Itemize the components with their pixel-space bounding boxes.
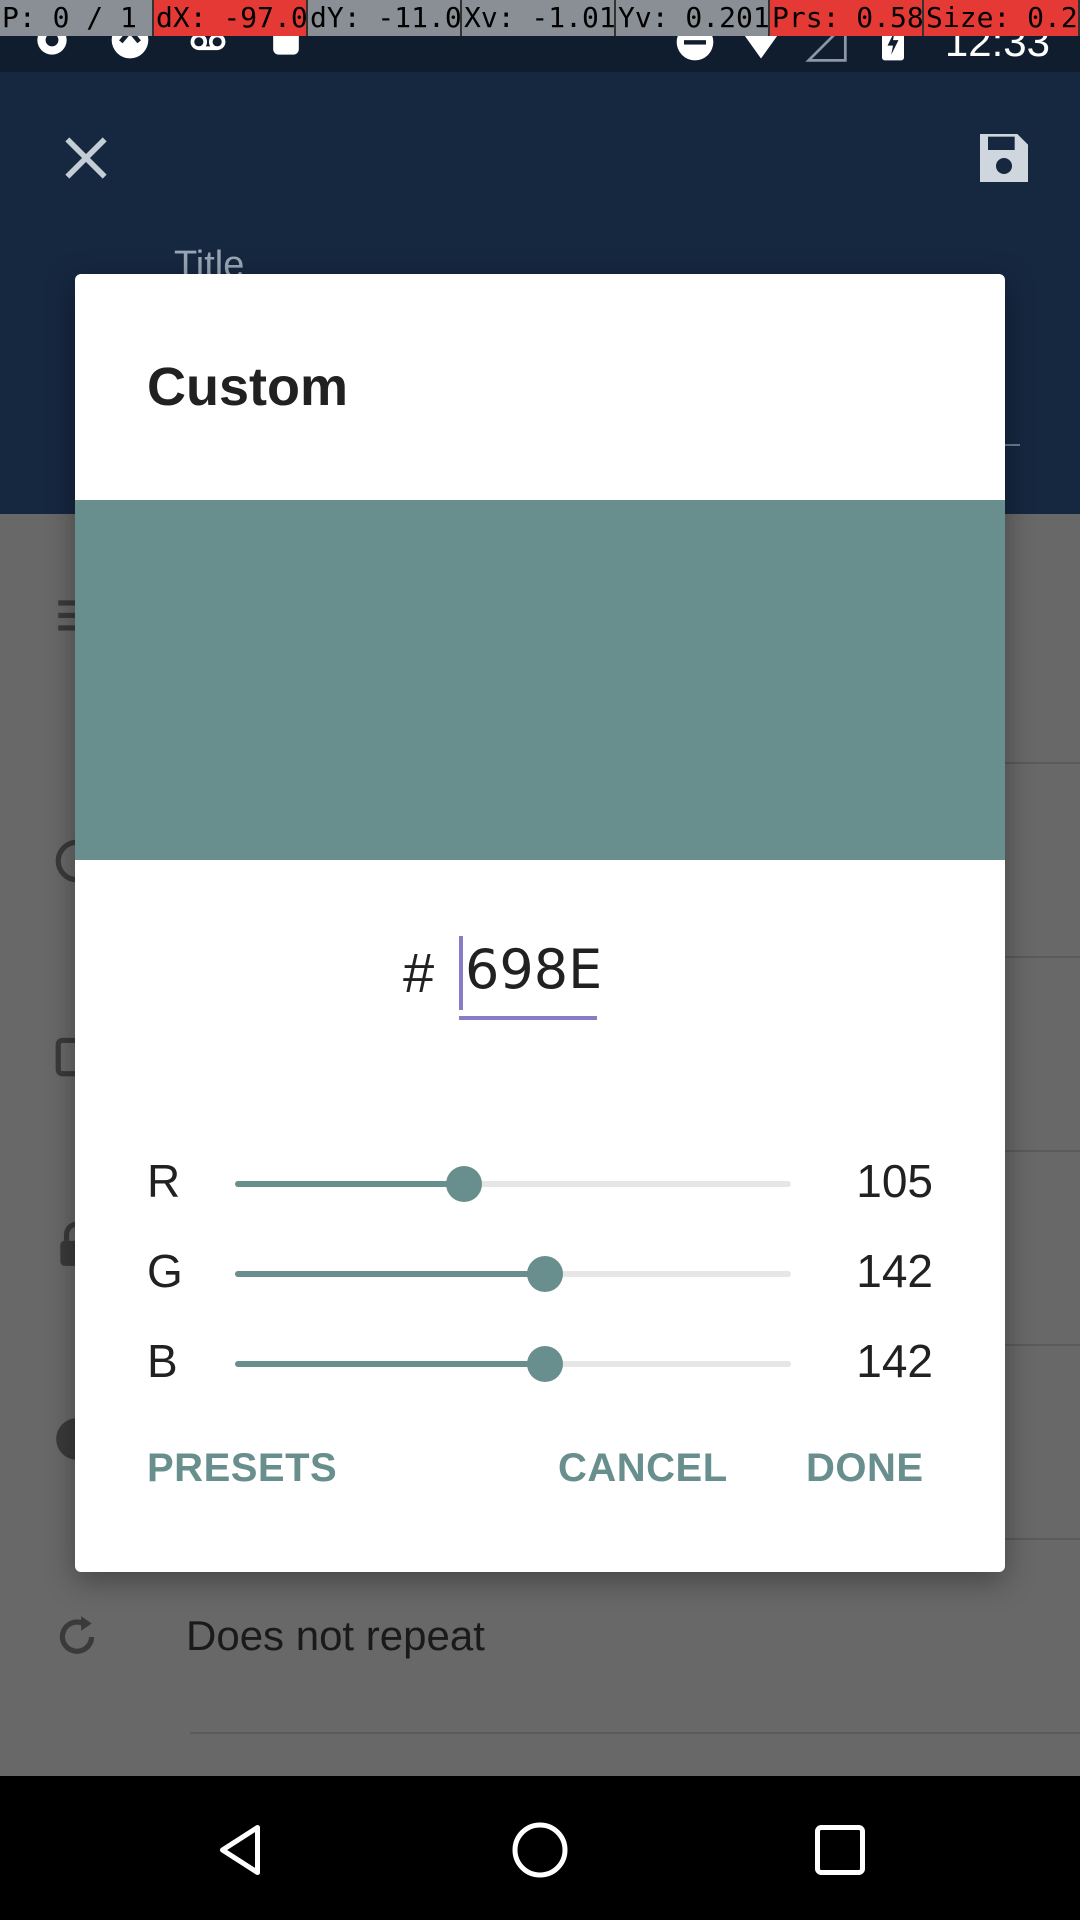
green-slider-thumb[interactable] [526, 1256, 563, 1292]
debug-size: Size: 0.27 [924, 0, 1080, 36]
recents-icon[interactable] [810, 1820, 870, 1880]
slider-label-red: R [147, 1155, 181, 1207]
color-preview-swatch [75, 500, 1005, 860]
dialog-title: Custom [147, 357, 348, 417]
hash-symbol: # [403, 941, 435, 1004]
slider-row-blue: B 142 [75, 1324, 1005, 1404]
hex-color-input[interactable] [459, 924, 605, 1014]
debug-pressure: Prs: 0.58 [770, 0, 924, 36]
pointer-debug-overlay: P: 0 / 1 dX: -97.0 dY: -11.0 Xv: -1.016 … [0, 0, 1080, 36]
hex-input-row: # [75, 924, 1005, 1034]
debug-pointer: P: 0 / 1 [0, 0, 154, 36]
red-slider-track[interactable] [235, 1166, 791, 1202]
blue-slider-track[interactable] [235, 1346, 791, 1382]
close-icon[interactable] [58, 130, 114, 186]
slider-label-green: G [147, 1245, 183, 1297]
repeat-icon [59, 1616, 95, 1654]
hex-input-underline [459, 1016, 597, 1020]
repeat-setting[interactable]: Does not repeat [186, 1612, 485, 1660]
slider-value-red: 105 [856, 1155, 933, 1207]
text-cursor [459, 936, 463, 1010]
slider-row-green: G 142 [75, 1234, 1005, 1314]
slider-value-blue: 142 [856, 1335, 933, 1387]
home-icon[interactable] [510, 1820, 570, 1880]
red-slider-fill [235, 1181, 465, 1187]
debug-xv: Xv: -1.016 [464, 0, 616, 36]
save-icon[interactable] [972, 126, 1036, 190]
done-button[interactable]: DONE [806, 1446, 924, 1491]
blue-slider-thumb[interactable] [526, 1346, 563, 1382]
green-slider-track[interactable] [235, 1256, 791, 1292]
presets-button[interactable]: PRESETS [147, 1446, 337, 1491]
debug-dx: dX: -97.0 [154, 0, 308, 36]
red-slider-thumb[interactable] [446, 1166, 483, 1202]
debug-dy: dY: -11.0 [310, 0, 462, 36]
custom-color-dialog: Custom # R 105 G 142 B 142 PRESETS CANCE… [75, 274, 1005, 1572]
divider [190, 1732, 1080, 1734]
back-icon[interactable] [210, 1820, 270, 1880]
slider-label-blue: B [147, 1335, 178, 1387]
debug-yv: Yv: 0.201 [618, 0, 770, 36]
slider-row-red: R 105 [75, 1144, 1005, 1224]
cancel-button[interactable]: CANCEL [558, 1446, 728, 1491]
green-slider-fill [235, 1271, 545, 1277]
slider-value-green: 142 [856, 1245, 933, 1297]
navigation-bar [0, 1776, 1080, 1920]
blue-slider-fill [235, 1361, 545, 1367]
